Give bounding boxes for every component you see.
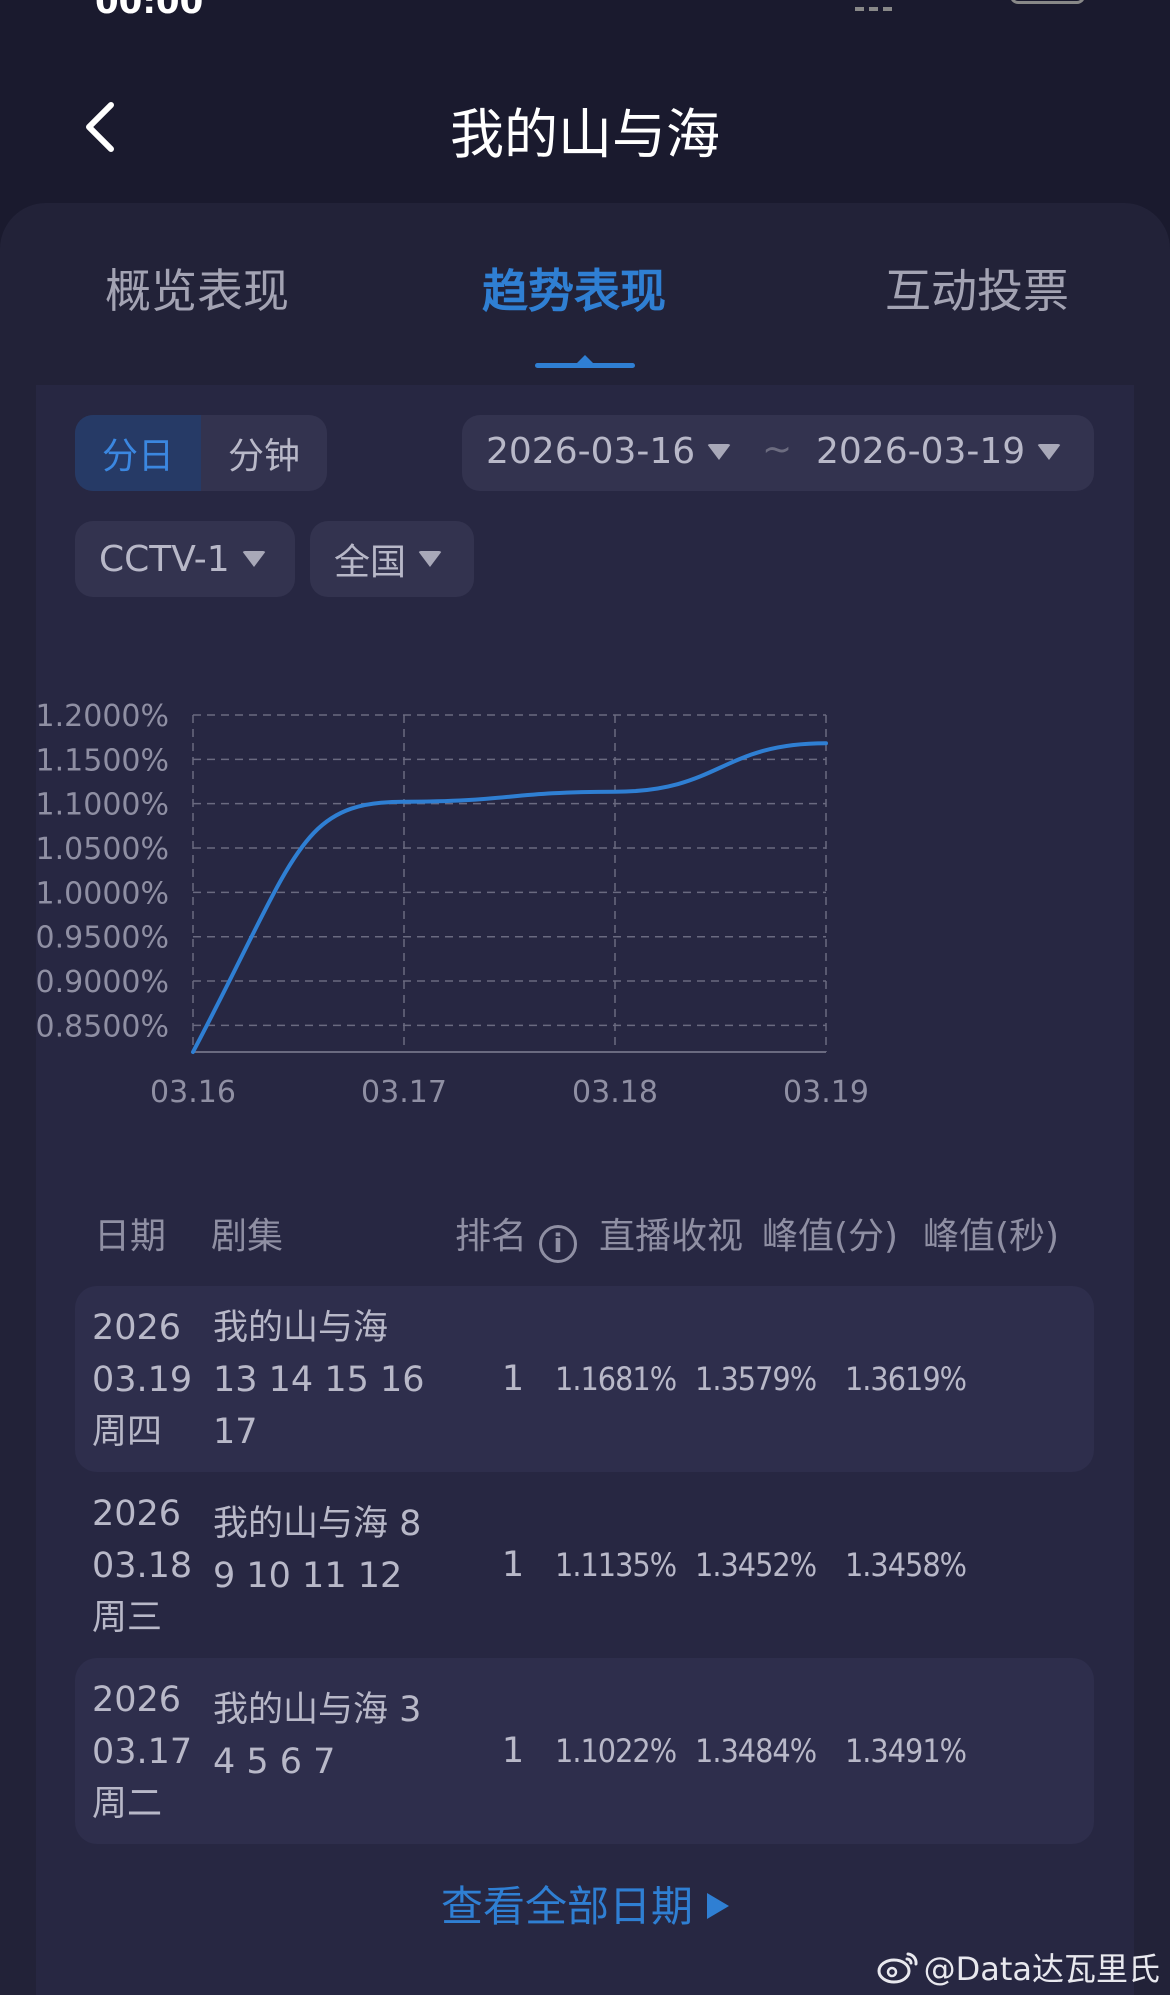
watermark: @Data达瓦里氏 [876, 1944, 1160, 1990]
header-live: 直播收视 [599, 1216, 744, 1257]
header-episodes: 剧集 [211, 1216, 284, 1257]
row-episodes-line: 4 5 6 7 [213, 1742, 336, 1782]
date-range-picker: 2026-03-16 ~ 2026-03-19 [462, 415, 1094, 491]
region-value: 全国 [334, 542, 407, 583]
caret-down-icon [241, 551, 266, 567]
row-peak-min: 1.3579% [695, 1360, 817, 1398]
date-end-select[interactable]: 2026-03-19 [816, 431, 1062, 472]
caret-down-icon [1037, 443, 1062, 460]
x-tick-label: 03.19 [783, 1075, 869, 1110]
page-title: 我的山与海 [450, 103, 720, 166]
x-tick-label: 03.17 [361, 1075, 447, 1110]
granularity-daily[interactable]: 分日 [75, 415, 201, 491]
battery-icon [1010, 0, 1085, 4]
weibo-icon [877, 1952, 918, 1984]
row-live-rating: 1.1681% [555, 1360, 677, 1398]
row-episodes: 我的山与海 13 14 15 16 17 [213, 1302, 473, 1458]
caret-down-icon [707, 443, 732, 460]
channel-select[interactable]: CCTV-1 [75, 521, 295, 597]
row-episodes-line: 17 [213, 1412, 258, 1452]
table-row[interactable]: 2026 03.18 周三 我的山与海 8 9 10 11 12 1 1.113… [75, 1472, 1094, 1658]
active-tab-indicator [535, 355, 635, 368]
y-tick-label: 1.1500% [36, 743, 169, 778]
row-day: 03.18 [92, 1546, 193, 1586]
y-tick-label: 1.0500% [36, 832, 169, 867]
row-episodes-line: 9 10 11 12 [213, 1556, 403, 1596]
row-rank: 1 [501, 1731, 525, 1771]
row-day: 03.19 [92, 1360, 193, 1400]
ratings-trend-chart: 1.2000% 1.1500% 1.1000% 1.0500% 1.0000% 0.950… [36, 699, 869, 1110]
row-weekday: 周三 [92, 1598, 163, 1638]
x-tick-label: 03.18 [572, 1075, 658, 1110]
table-row[interactable]: 2026 03.19 周四 我的山与海 13 14 15 16 17 1 1.1… [75, 1286, 1094, 1472]
view-all-dates-link[interactable]: 查看全部日期 [36, 1873, 1134, 1934]
main-panel: 概览表现 趋势表现 互动投票 分日 分钟 2026-03-16 ~ 2026-0… [0, 203, 1170, 1995]
table-row[interactable]: 2026 03.17 周二 我的山与海 3 4 5 6 7 1 1.1022% … [75, 1658, 1094, 1844]
nav-bar: 我的山与海 [0, 60, 1170, 190]
date-start-value: 2026-03-16 [486, 431, 696, 472]
row-episodes: 我的山与海 8 9 10 11 12 [213, 1498, 473, 1602]
header-date: 日期 [94, 1216, 167, 1257]
header-rank: 排名 i [455, 1207, 578, 1263]
x-tick-label: 03.16 [150, 1075, 236, 1110]
tab-vote[interactable]: 互动投票 [885, 255, 1069, 321]
tab-trend[interactable]: 趋势表现 [482, 255, 666, 321]
row-episodes-line: 我的山与海 8 [213, 1504, 422, 1544]
header-peak-sec: 峰值(秒) [923, 1216, 1060, 1257]
play-arrow-icon [707, 1893, 729, 1919]
row-episodes-line: 13 14 15 16 [213, 1360, 425, 1400]
date-end-value: 2026-03-19 [816, 431, 1026, 472]
row-year: 2026 [92, 1494, 182, 1534]
row-year: 2026 [92, 1308, 182, 1348]
date-start-select[interactable]: 2026-03-16 [486, 431, 732, 472]
y-tick-label: 1.1000% [36, 788, 169, 823]
y-tick-label: 0.9000% [36, 965, 169, 1000]
channel-value: CCTV-1 [99, 538, 230, 580]
watermark-text: @Data达瓦里氏 [923, 1950, 1160, 1988]
granularity-toggle: 分日 分钟 [75, 415, 327, 491]
header-rank-label: 排名 [455, 1216, 528, 1257]
row-live-rating: 1.1022% [555, 1732, 677, 1770]
status-bar: 00:00 [0, 0, 1170, 30]
row-year: 2026 [92, 1680, 182, 1720]
row-weekday: 周四 [92, 1412, 163, 1452]
y-tick-label: 0.9500% [36, 921, 169, 956]
info-icon[interactable]: i [539, 1225, 578, 1263]
table-body: 2026 03.19 周四 我的山与海 13 14 15 16 17 1 1.1… [75, 1286, 1094, 1844]
caret-down-icon [418, 551, 443, 567]
y-tick-label: 0.8500% [36, 1009, 169, 1044]
row-rank: 1 [501, 1359, 525, 1399]
y-tick-label: 1.0000% [36, 876, 169, 911]
tab-overview[interactable]: 概览表现 [105, 255, 289, 321]
tab-bar: 概览表现 趋势表现 互动投票 [0, 203, 1170, 383]
row-live-rating: 1.1135% [555, 1546, 677, 1584]
date-separator: ~ [762, 429, 793, 470]
y-tick-label: 1.2000% [36, 699, 169, 734]
row-peak-sec: 1.3619% [844, 1360, 967, 1398]
region-select[interactable]: 全国 [310, 521, 474, 597]
trend-content: 分日 分钟 2026-03-16 ~ 2026-03-19 CCTV-1 全国 … [36, 385, 1134, 1995]
view-all-label: 查看全部日期 [440, 1882, 693, 1931]
row-rank: 1 [501, 1545, 525, 1585]
row-peak-sec: 1.3491% [844, 1732, 967, 1770]
row-peak-sec: 1.3458% [844, 1546, 967, 1584]
table-header: 日期 剧集 排名 i 直播收视 峰值(分) 峰值(秒) [36, 1207, 1134, 1267]
signal-icon [855, 0, 915, 11]
row-peak-min: 1.3484% [695, 1732, 817, 1770]
granularity-minute[interactable]: 分钟 [201, 415, 327, 491]
row-episodes: 我的山与海 3 4 5 6 7 [213, 1684, 473, 1788]
row-date: 2026 03.18 周三 [92, 1488, 212, 1644]
status-time: 00:00 [95, 0, 204, 22]
row-day: 03.17 [92, 1732, 193, 1772]
row-episodes-line: 我的山与海 3 [213, 1690, 422, 1730]
row-date: 2026 03.17 周二 [92, 1674, 212, 1830]
header-peak-min: 峰值(分) [762, 1216, 899, 1257]
row-date: 2026 03.19 周四 [92, 1302, 212, 1458]
row-peak-min: 1.3452% [695, 1546, 817, 1584]
row-episodes-line: 我的山与海 [213, 1308, 389, 1348]
series-line [191, 741, 828, 1054]
row-weekday: 周二 [92, 1784, 163, 1824]
